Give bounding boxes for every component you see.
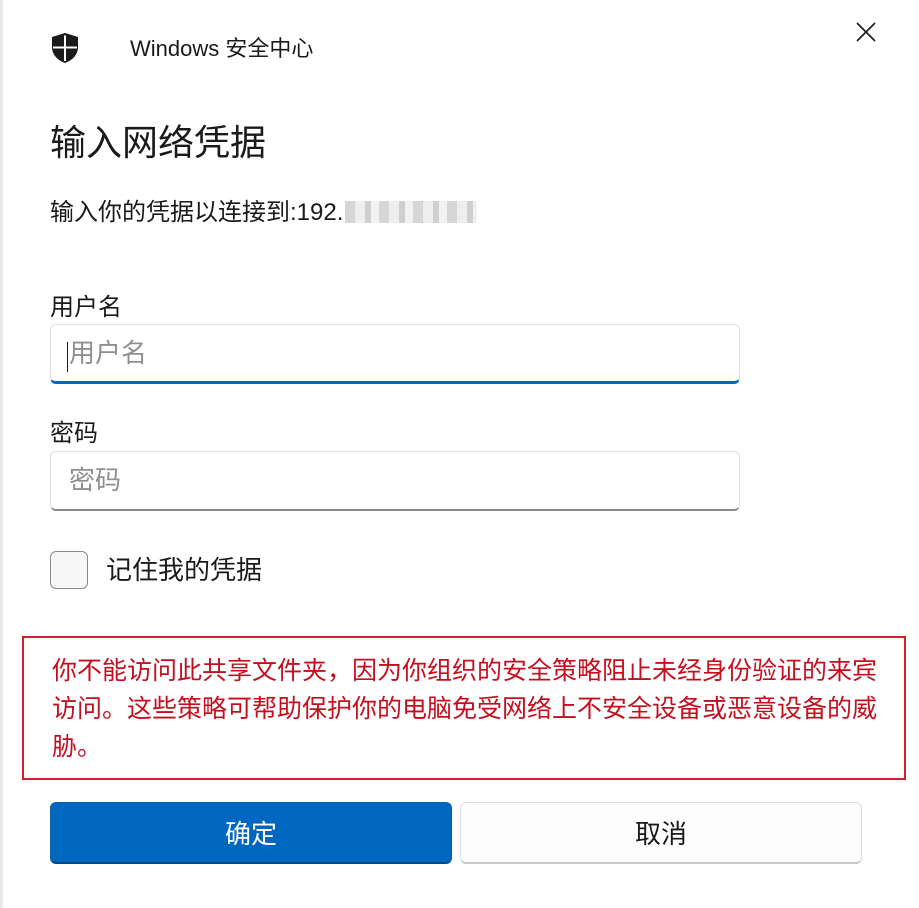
guest-access-warning: 你不能访问此共享文件夹，因为你组织的安全策略阻止未经身份验证的来宾访问。这些策略… bbox=[22, 636, 906, 780]
remember-credentials-label[interactable]: 记住我的凭据 bbox=[106, 554, 262, 586]
app-title: Windows 安全中心 bbox=[130, 36, 314, 61]
ok-button[interactable]: 确定 bbox=[50, 802, 452, 864]
cancel-button[interactable]: 取消 bbox=[460, 802, 862, 864]
connect-prefix: 输入你的凭据以连接到: bbox=[50, 199, 297, 226]
connect-target-text: 输入你的凭据以连接到:192. bbox=[50, 196, 478, 230]
close-button[interactable] bbox=[846, 16, 886, 52]
password-label: 密码 bbox=[50, 420, 98, 447]
remember-credentials-checkbox[interactable] bbox=[50, 551, 88, 589]
username-label: 用户名 bbox=[50, 294, 122, 321]
window-edge bbox=[0, 0, 3, 908]
host-visible-part: 192. bbox=[296, 199, 344, 226]
close-icon bbox=[856, 21, 876, 47]
credential-dialog: Windows 安全中心 输入网络凭据 输入你的凭据以连接到:192. 用户名 … bbox=[0, 0, 919, 908]
text-caret bbox=[67, 342, 68, 372]
redacted-host bbox=[345, 201, 478, 223]
shield-icon bbox=[50, 32, 80, 64]
warning-text: 你不能访问此共享文件夹，因为你组织的安全策略阻止未经身份验证的来宾访问。这些策略… bbox=[52, 657, 878, 761]
username-input[interactable] bbox=[50, 324, 740, 384]
dialog-heading: 输入网络凭据 bbox=[50, 122, 267, 163]
title-bar: Windows 安全中心 bbox=[0, 0, 919, 90]
password-input[interactable] bbox=[50, 451, 740, 511]
